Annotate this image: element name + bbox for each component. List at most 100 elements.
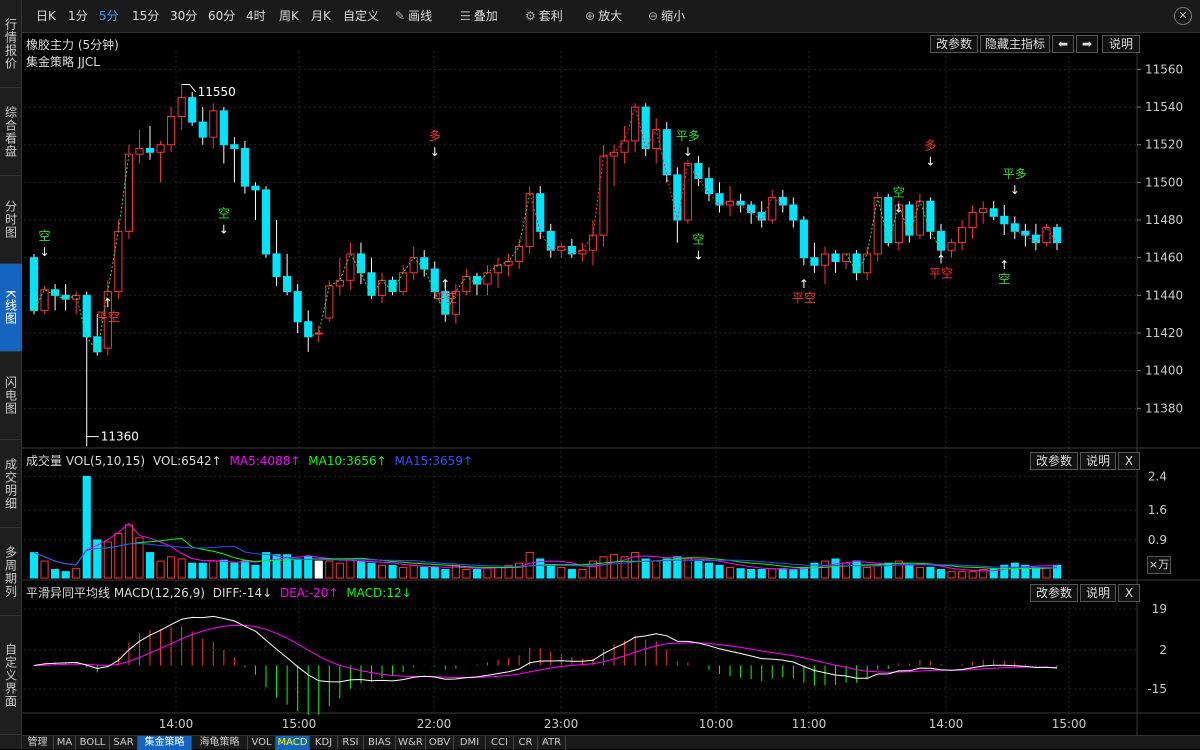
candle-body [641, 106, 650, 149]
tab-15[interactable]: CR [514, 736, 538, 750]
arbitrage-button[interactable]: ⚙ 套利 [525, 0, 563, 33]
down-arrow-icon: ↓ [219, 222, 229, 236]
sidebar-item-5[interactable]: 成交明细 [0, 440, 22, 528]
down-arrow-icon: ↓ [683, 145, 693, 159]
tab-1[interactable]: MA [54, 736, 76, 750]
macd-axis-label: -15 [1147, 682, 1167, 696]
volume-axis-label: 1.6 [1148, 503, 1167, 517]
volume-bar [261, 552, 271, 579]
candle-body [188, 97, 197, 123]
candle-body [673, 174, 682, 221]
candle-body [768, 196, 777, 221]
overlay-button[interactable]: ☰ 叠加 [460, 0, 498, 33]
main-chart-title: 橡胶主力 (5分钟) [26, 38, 119, 52]
tab-12[interactable]: OBV [426, 736, 454, 750]
period-button-9[interactable]: 自定义 [343, 0, 379, 33]
volume-bar [715, 564, 724, 579]
period-button-6[interactable]: 4时 [246, 0, 266, 33]
sidebar-item-0[interactable]: 行情报价 [0, 0, 22, 88]
candle-body [1042, 227, 1051, 244]
volume-bar [40, 560, 49, 579]
volume-bar [905, 564, 914, 579]
volume-bar [683, 558, 692, 579]
candle-body [546, 230, 555, 251]
volume-bar [219, 559, 228, 579]
volume-close-button[interactable]: X [1118, 452, 1140, 470]
draw-line-button[interactable]: ✎ 画线 [395, 0, 432, 33]
candle-body [430, 268, 439, 293]
sidebar-item-6[interactable]: 多周期列 [0, 528, 22, 616]
volume-axis-label: 2.4 [1148, 469, 1167, 483]
tab-11[interactable]: W&R [396, 736, 426, 750]
period-button-0[interactable]: 日K [36, 0, 56, 33]
volume-help-button[interactable]: 说明 [1080, 452, 1116, 470]
zoom-in-button[interactable]: ⊕ 放大 [585, 0, 622, 33]
tab-13[interactable]: DMI [454, 736, 486, 750]
tab-5[interactable]: 海龟策略 [192, 736, 248, 750]
tab-8[interactable]: KDJ [310, 736, 338, 750]
signal-label: 平空 [433, 291, 457, 305]
period-button-8[interactable]: 月K [311, 0, 331, 33]
volume-ma10-value: MA10:3656↑ [308, 454, 387, 468]
sidebar-item-3[interactable]: K线图 [0, 264, 22, 352]
signal-label: 空 [893, 186, 905, 200]
volume-bar [747, 569, 756, 579]
tab-0[interactable]: 管理 [22, 736, 54, 750]
period-button-2[interactable]: 5分 [99, 0, 119, 33]
tab-7[interactable]: MACD [276, 736, 310, 750]
tab-2[interactable]: BOLL [76, 736, 110, 750]
tab-4[interactable]: 集金策略 [138, 736, 192, 750]
candle-body [831, 253, 840, 262]
arrow-right-icon[interactable]: ➡ [1076, 35, 1098, 53]
candle-body [124, 153, 134, 232]
close-icon[interactable]: ✕ [1174, 7, 1192, 25]
tab-3[interactable]: SAR [110, 736, 138, 750]
period-button-5[interactable]: 60分 [208, 0, 235, 33]
volume-bar [704, 562, 714, 579]
candle-body [631, 106, 640, 142]
volume-bar [377, 564, 387, 579]
candle-body [715, 193, 724, 206]
volume-bar [789, 569, 798, 579]
signal-label: 平空 [929, 266, 953, 280]
period-button-7[interactable]: 周K [279, 0, 299, 33]
time-axis-label: 22:00 [417, 717, 452, 731]
candle-body [472, 276, 482, 285]
volume-bar [757, 569, 766, 579]
volume-axis-label: 0.9 [1148, 533, 1167, 547]
candle-body [504, 260, 513, 266]
macd-diff-value: DIFF:-14↓ [212, 586, 273, 600]
sidebar-item-7[interactable]: 自定义界面 [0, 616, 22, 735]
price-axis-label: 11560 [1145, 62, 1183, 76]
candle-body [915, 200, 924, 236]
sidebar-item-2[interactable]: 分时图 [0, 176, 22, 264]
tab-16[interactable]: ATR [538, 736, 566, 750]
macd-params-button[interactable]: 改参数 [1030, 584, 1078, 602]
candle-body [135, 147, 144, 155]
price-axis-label: 11440 [1145, 288, 1183, 302]
up-arrow-icon: ↑ [799, 277, 809, 291]
period-button-1[interactable]: 1分 [68, 0, 88, 33]
main-params-button[interactable]: 改参数 [930, 35, 978, 53]
main-help-button[interactable]: 说明 [1102, 35, 1140, 53]
tab-9[interactable]: RSI [338, 736, 364, 750]
arrow-left-icon[interactable]: ⬅ [1052, 35, 1074, 53]
period-button-3[interactable]: 15分 [132, 0, 159, 33]
volume-params-button[interactable]: 改参数 [1030, 452, 1078, 470]
period-button-4[interactable]: 30分 [170, 0, 197, 33]
macd-dea-value: DEA:-20↑ [279, 586, 339, 600]
tab-14[interactable]: CCI [486, 736, 514, 750]
candle-body [852, 253, 861, 274]
hide-main-indicator-button[interactable]: 隐藏主指标 [980, 35, 1050, 53]
sidebar-item-4[interactable]: 闪电图 [0, 352, 22, 440]
volume-bar [356, 560, 366, 579]
tab-6[interactable]: VOL [248, 736, 276, 750]
volume-bar [557, 566, 566, 579]
macd-help-button[interactable]: 说明 [1080, 584, 1116, 602]
sidebar-item-1[interactable]: 综合看盘 [0, 88, 22, 176]
candle-body [778, 196, 787, 206]
zoom-out-button[interactable]: ⊖ 缩小 [648, 0, 685, 33]
macd-close-button[interactable]: X [1118, 584, 1140, 602]
tab-10[interactable]: BIAS [364, 736, 396, 750]
macd-indicator-legend: 平滑异同平均线 MACD(12,26,9) DIFF:-14↓ DEA:-20↑… [26, 584, 412, 601]
